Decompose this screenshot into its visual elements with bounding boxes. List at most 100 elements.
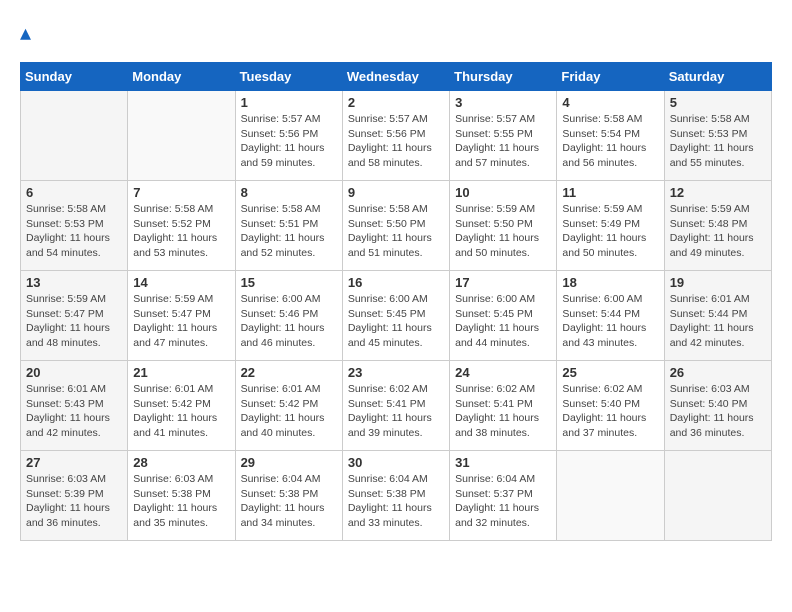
calendar-week-row: 20 Sunrise: 6:01 AM Sunset: 5:43 PM Dayli… xyxy=(21,361,772,451)
calendar-cell: 11 Sunrise: 5:59 AM Sunset: 5:49 PM Dayli… xyxy=(557,181,664,271)
day-number: 31 xyxy=(455,455,551,470)
calendar-cell: 17 Sunrise: 6:00 AM Sunset: 5:45 PM Dayli… xyxy=(450,271,557,361)
day-number: 4 xyxy=(562,95,658,110)
day-header-thursday: Thursday xyxy=(450,63,557,91)
day-number: 13 xyxy=(26,275,122,290)
day-info: Sunrise: 6:00 AM Sunset: 5:45 PM Dayligh… xyxy=(348,292,444,351)
day-header-saturday: Saturday xyxy=(664,63,771,91)
day-number: 26 xyxy=(670,365,766,380)
calendar-cell: 3 Sunrise: 5:57 AM Sunset: 5:55 PM Daylig… xyxy=(450,91,557,181)
calendar-cell: 6 Sunrise: 5:58 AM Sunset: 5:53 PM Daylig… xyxy=(21,181,128,271)
logo: ▴ xyxy=(20,20,31,46)
day-info: Sunrise: 5:58 AM Sunset: 5:53 PM Dayligh… xyxy=(26,202,122,261)
calendar-cell: 24 Sunrise: 6:02 AM Sunset: 5:41 PM Dayli… xyxy=(450,361,557,451)
day-info: Sunrise: 5:58 AM Sunset: 5:54 PM Dayligh… xyxy=(562,112,658,171)
day-info: Sunrise: 5:58 AM Sunset: 5:53 PM Dayligh… xyxy=(670,112,766,171)
day-number: 25 xyxy=(562,365,658,380)
day-header-wednesday: Wednesday xyxy=(342,63,449,91)
day-info: Sunrise: 6:03 AM Sunset: 5:39 PM Dayligh… xyxy=(26,472,122,531)
calendar-header-row: SundayMondayTuesdayWednesdayThursdayFrid… xyxy=(21,63,772,91)
calendar-cell: 2 Sunrise: 5:57 AM Sunset: 5:56 PM Daylig… xyxy=(342,91,449,181)
calendar-cell xyxy=(21,91,128,181)
calendar-cell: 1 Sunrise: 5:57 AM Sunset: 5:56 PM Daylig… xyxy=(235,91,342,181)
calendar-cell: 10 Sunrise: 5:59 AM Sunset: 5:50 PM Dayli… xyxy=(450,181,557,271)
day-number: 5 xyxy=(670,95,766,110)
day-header-tuesday: Tuesday xyxy=(235,63,342,91)
day-number: 17 xyxy=(455,275,551,290)
day-info: Sunrise: 6:01 AM Sunset: 5:43 PM Dayligh… xyxy=(26,382,122,441)
day-info: Sunrise: 5:57 AM Sunset: 5:56 PM Dayligh… xyxy=(241,112,337,171)
day-number: 12 xyxy=(670,185,766,200)
day-number: 28 xyxy=(133,455,229,470)
day-info: Sunrise: 6:03 AM Sunset: 5:40 PM Dayligh… xyxy=(670,382,766,441)
logo-bird-icon: ▴ xyxy=(20,20,31,45)
day-info: Sunrise: 6:02 AM Sunset: 5:41 PM Dayligh… xyxy=(455,382,551,441)
day-number: 8 xyxy=(241,185,337,200)
calendar-cell: 13 Sunrise: 5:59 AM Sunset: 5:47 PM Dayli… xyxy=(21,271,128,361)
day-info: Sunrise: 6:00 AM Sunset: 5:46 PM Dayligh… xyxy=(241,292,337,351)
day-info: Sunrise: 5:58 AM Sunset: 5:50 PM Dayligh… xyxy=(348,202,444,261)
day-number: 21 xyxy=(133,365,229,380)
day-number: 2 xyxy=(348,95,444,110)
calendar-cell: 7 Sunrise: 5:58 AM Sunset: 5:52 PM Daylig… xyxy=(128,181,235,271)
day-number: 20 xyxy=(26,365,122,380)
day-number: 10 xyxy=(455,185,551,200)
day-info: Sunrise: 5:57 AM Sunset: 5:55 PM Dayligh… xyxy=(455,112,551,171)
calendar-cell: 15Sunrise: 6:00 AM Sunset: 5:46 PM Dayli… xyxy=(235,271,342,361)
day-info: Sunrise: 5:59 AM Sunset: 5:50 PM Dayligh… xyxy=(455,202,551,261)
day-number: 16 xyxy=(348,275,444,290)
day-header-sunday: Sunday xyxy=(21,63,128,91)
day-info: Sunrise: 6:03 AM Sunset: 5:38 PM Dayligh… xyxy=(133,472,229,531)
day-info: Sunrise: 6:02 AM Sunset: 5:41 PM Dayligh… xyxy=(348,382,444,441)
day-info: Sunrise: 5:59 AM Sunset: 5:49 PM Dayligh… xyxy=(562,202,658,261)
calendar-cell: 29Sunrise: 6:04 AM Sunset: 5:38 PM Dayli… xyxy=(235,451,342,541)
day-header-monday: Monday xyxy=(128,63,235,91)
day-number: 9 xyxy=(348,185,444,200)
calendar-cell: 4 Sunrise: 5:58 AM Sunset: 5:54 PM Daylig… xyxy=(557,91,664,181)
calendar-cell xyxy=(557,451,664,541)
day-info: Sunrise: 5:59 AM Sunset: 5:47 PM Dayligh… xyxy=(133,292,229,351)
calendar-cell: 22Sunrise: 6:01 AM Sunset: 5:42 PM Dayli… xyxy=(235,361,342,451)
calendar-cell: 28 Sunrise: 6:03 AM Sunset: 5:38 PM Dayli… xyxy=(128,451,235,541)
calendar-cell: 8 Sunrise: 5:58 AM Sunset: 5:51 PM Daylig… xyxy=(235,181,342,271)
calendar-cell: 21 Sunrise: 6:01 AM Sunset: 5:42 PM Dayli… xyxy=(128,361,235,451)
page-header: ▴ xyxy=(20,20,772,46)
day-header-friday: Friday xyxy=(557,63,664,91)
calendar-table: SundayMondayTuesdayWednesdayThursdayFrid… xyxy=(20,62,772,541)
day-info: Sunrise: 5:59 AM Sunset: 5:48 PM Dayligh… xyxy=(670,202,766,261)
calendar-cell: 9 Sunrise: 5:58 AM Sunset: 5:50 PM Daylig… xyxy=(342,181,449,271)
day-info: Sunrise: 5:59 AM Sunset: 5:47 PM Dayligh… xyxy=(26,292,122,351)
day-info: Sunrise: 6:02 AM Sunset: 5:40 PM Dayligh… xyxy=(562,382,658,441)
day-number: 24 xyxy=(455,365,551,380)
calendar-cell: 14Sunrise: 5:59 AM Sunset: 5:47 PM Dayli… xyxy=(128,271,235,361)
calendar-cell: 16 Sunrise: 6:00 AM Sunset: 5:45 PM Dayli… xyxy=(342,271,449,361)
calendar-cell: 23Sunrise: 6:02 AM Sunset: 5:41 PM Dayli… xyxy=(342,361,449,451)
day-number: 7 xyxy=(133,185,229,200)
day-info: Sunrise: 6:00 AM Sunset: 5:44 PM Dayligh… xyxy=(562,292,658,351)
calendar-week-row: 27 Sunrise: 6:03 AM Sunset: 5:39 PM Dayli… xyxy=(21,451,772,541)
day-number: 6 xyxy=(26,185,122,200)
day-info: Sunrise: 5:58 AM Sunset: 5:52 PM Dayligh… xyxy=(133,202,229,261)
day-info: Sunrise: 6:01 AM Sunset: 5:44 PM Dayligh… xyxy=(670,292,766,351)
day-number: 22 xyxy=(241,365,337,380)
day-number: 3 xyxy=(455,95,551,110)
calendar-cell: 20 Sunrise: 6:01 AM Sunset: 5:43 PM Dayli… xyxy=(21,361,128,451)
day-number: 27 xyxy=(26,455,122,470)
calendar-cell: 27 Sunrise: 6:03 AM Sunset: 5:39 PM Dayli… xyxy=(21,451,128,541)
calendar-cell xyxy=(128,91,235,181)
calendar-body: 1 Sunrise: 5:57 AM Sunset: 5:56 PM Daylig… xyxy=(21,91,772,541)
calendar-week-row: 13 Sunrise: 5:59 AM Sunset: 5:47 PM Dayli… xyxy=(21,271,772,361)
calendar-cell: 18 Sunrise: 6:00 AM Sunset: 5:44 PM Dayli… xyxy=(557,271,664,361)
day-info: Sunrise: 6:00 AM Sunset: 5:45 PM Dayligh… xyxy=(455,292,551,351)
day-info: Sunrise: 6:01 AM Sunset: 5:42 PM Dayligh… xyxy=(133,382,229,441)
day-info: Sunrise: 5:57 AM Sunset: 5:56 PM Dayligh… xyxy=(348,112,444,171)
calendar-cell: 19Sunrise: 6:01 AM Sunset: 5:44 PM Dayli… xyxy=(664,271,771,361)
day-number: 1 xyxy=(241,95,337,110)
day-info: Sunrise: 5:58 AM Sunset: 5:51 PM Dayligh… xyxy=(241,202,337,261)
day-number: 18 xyxy=(562,275,658,290)
calendar-cell xyxy=(664,451,771,541)
day-number: 11 xyxy=(562,185,658,200)
calendar-cell: 12 Sunrise: 5:59 AM Sunset: 5:48 PM Dayli… xyxy=(664,181,771,271)
day-number: 29 xyxy=(241,455,337,470)
calendar-cell: 26 Sunrise: 6:03 AM Sunset: 5:40 PM Dayli… xyxy=(664,361,771,451)
